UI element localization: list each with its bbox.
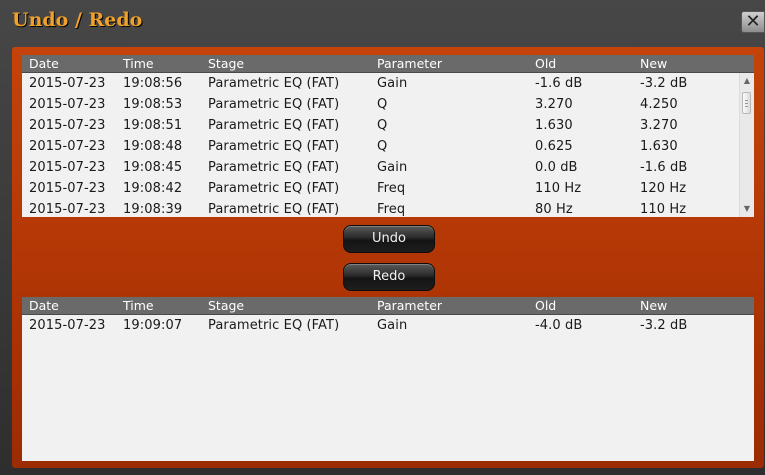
cell-stage: Parametric EQ (FAT): [208, 318, 340, 333]
redo-table-header: Date Time Stage Parameter Old New: [22, 297, 754, 315]
cell-parameter: Gain: [377, 76, 408, 91]
cell-date: 2015-07-23: [29, 160, 106, 175]
cell-new-value: 110 Hz: [640, 202, 687, 217]
table-row[interactable]: 2015-07-23 19:08:42 Parametric EQ (FAT) Fre…: [22, 178, 754, 199]
cell-time: 19:08:42: [123, 181, 183, 196]
history-panel: Date Time Stage Parameter Old New 2015-0…: [12, 47, 764, 468]
undo-scrollbar[interactable]: ▲ ▼: [739, 73, 754, 217]
undo-history-table[interactable]: Date Time Stage Parameter Old New 2015-0…: [22, 55, 754, 217]
redo-history-table[interactable]: Date Time Stage Parameter Old New 2015-0…: [22, 297, 754, 461]
cell-time: 19:08:56: [123, 76, 183, 91]
undo-button[interactable]: Undo: [343, 225, 435, 253]
column-header-new[interactable]: New: [640, 56, 667, 71]
cell-time: 19:08:51: [123, 118, 183, 133]
table-row[interactable]: 2015-07-23 19:08:53 Parametric EQ (FAT) Q 3.…: [22, 94, 754, 115]
cell-parameter: Freq: [377, 181, 406, 196]
table-row[interactable]: 2015-07-23 19:08:45 Parametric EQ (FAT) Gai…: [22, 157, 754, 178]
cell-date: 2015-07-23: [29, 97, 106, 112]
cell-old-value: 80 Hz: [535, 202, 573, 217]
cell-new-value: 120 Hz: [640, 181, 687, 196]
column-header-parameter[interactable]: Parameter: [377, 298, 442, 313]
column-header-old[interactable]: Old: [535, 56, 556, 71]
close-icon: ✕: [745, 11, 761, 32]
cell-new-value: -3.2 dB: [640, 318, 688, 333]
cell-stage: Parametric EQ (FAT): [208, 139, 340, 154]
table-row[interactable]: 2015-07-23 19:08:56 Parametric EQ (FAT) Gai…: [22, 73, 754, 94]
cell-date: 2015-07-23: [29, 139, 106, 154]
cell-old-value: 3.270: [535, 97, 573, 112]
cell-stage: Parametric EQ (FAT): [208, 202, 340, 217]
cell-time: 19:09:07: [123, 318, 183, 333]
undo-table-header: Date Time Stage Parameter Old New: [22, 55, 754, 73]
cell-stage: Parametric EQ (FAT): [208, 181, 340, 196]
cell-old-value: 0.625: [535, 139, 573, 154]
cell-new-value: -1.6 dB: [640, 160, 688, 175]
cell-date: 2015-07-23: [29, 318, 106, 333]
cell-parameter: Q: [377, 139, 388, 154]
cell-date: 2015-07-23: [29, 118, 106, 133]
cell-new-value: 4.250: [640, 97, 678, 112]
column-header-time[interactable]: Time: [123, 56, 154, 71]
title-bar: Undo / Redo ✕: [0, 0, 765, 44]
cell-date: 2015-07-23: [29, 181, 106, 196]
dialog-title: Undo / Redo: [12, 9, 143, 31]
cell-stage: Parametric EQ (FAT): [208, 76, 340, 91]
column-header-date[interactable]: Date: [29, 298, 59, 313]
cell-parameter: Freq: [377, 202, 406, 217]
undo-redo-dialog: Undo / Redo ✕ Date Time Stage Parameter …: [0, 0, 765, 475]
cell-date: 2015-07-23: [29, 76, 106, 91]
column-header-stage[interactable]: Stage: [208, 56, 244, 71]
column-header-date[interactable]: Date: [29, 56, 59, 71]
cell-time: 19:08:39: [123, 202, 183, 217]
cell-parameter: Q: [377, 118, 388, 133]
cell-old-value: 0.0 dB: [535, 160, 578, 175]
scrollbar-thumb[interactable]: [742, 92, 751, 114]
cell-old-value: -1.6 dB: [535, 76, 583, 91]
scroll-up-arrow-icon[interactable]: ▲: [740, 75, 754, 87]
cell-stage: Parametric EQ (FAT): [208, 160, 340, 175]
cell-parameter: Gain: [377, 318, 408, 333]
column-header-new[interactable]: New: [640, 298, 667, 313]
cell-new-value: -3.2 dB: [640, 76, 688, 91]
close-button[interactable]: ✕: [741, 11, 765, 33]
cell-old-value: -4.0 dB: [535, 318, 583, 333]
table-row[interactable]: 2015-07-23 19:08:48 Parametric EQ (FAT) Q 0.…: [22, 136, 754, 157]
cell-date: 2015-07-23: [29, 202, 106, 217]
cell-stage: Parametric EQ (FAT): [208, 97, 340, 112]
table-row[interactable]: 2015-07-23 19:09:07 Parametric EQ (FAT) Gai…: [22, 315, 754, 336]
column-header-parameter[interactable]: Parameter: [377, 56, 442, 71]
cell-old-value: 1.630: [535, 118, 573, 133]
cell-time: 19:08:45: [123, 160, 183, 175]
cell-stage: Parametric EQ (FAT): [208, 118, 340, 133]
column-header-stage[interactable]: Stage: [208, 298, 244, 313]
redo-rows: 2015-07-23 19:09:07 Parametric EQ (FAT) Gai…: [22, 315, 754, 336]
cell-old-value: 110 Hz: [535, 181, 582, 196]
scroll-down-arrow-icon[interactable]: ▼: [740, 203, 754, 215]
cell-new-value: 1.630: [640, 139, 678, 154]
cell-parameter: Gain: [377, 160, 408, 175]
undo-rows: 2015-07-23 19:08:56 Parametric EQ (FAT) Gai…: [22, 73, 754, 217]
table-row[interactable]: 2015-07-23 19:08:39 Parametric EQ (FAT) Fre…: [22, 199, 754, 217]
cell-parameter: Q: [377, 97, 388, 112]
redo-button[interactable]: Redo: [343, 263, 435, 291]
column-header-old[interactable]: Old: [535, 298, 556, 313]
column-header-time[interactable]: Time: [123, 298, 154, 313]
table-row[interactable]: 2015-07-23 19:08:51 Parametric EQ (FAT) Q 1.…: [22, 115, 754, 136]
cell-time: 19:08:53: [123, 97, 183, 112]
cell-new-value: 3.270: [640, 118, 678, 133]
cell-time: 19:08:48: [123, 139, 183, 154]
